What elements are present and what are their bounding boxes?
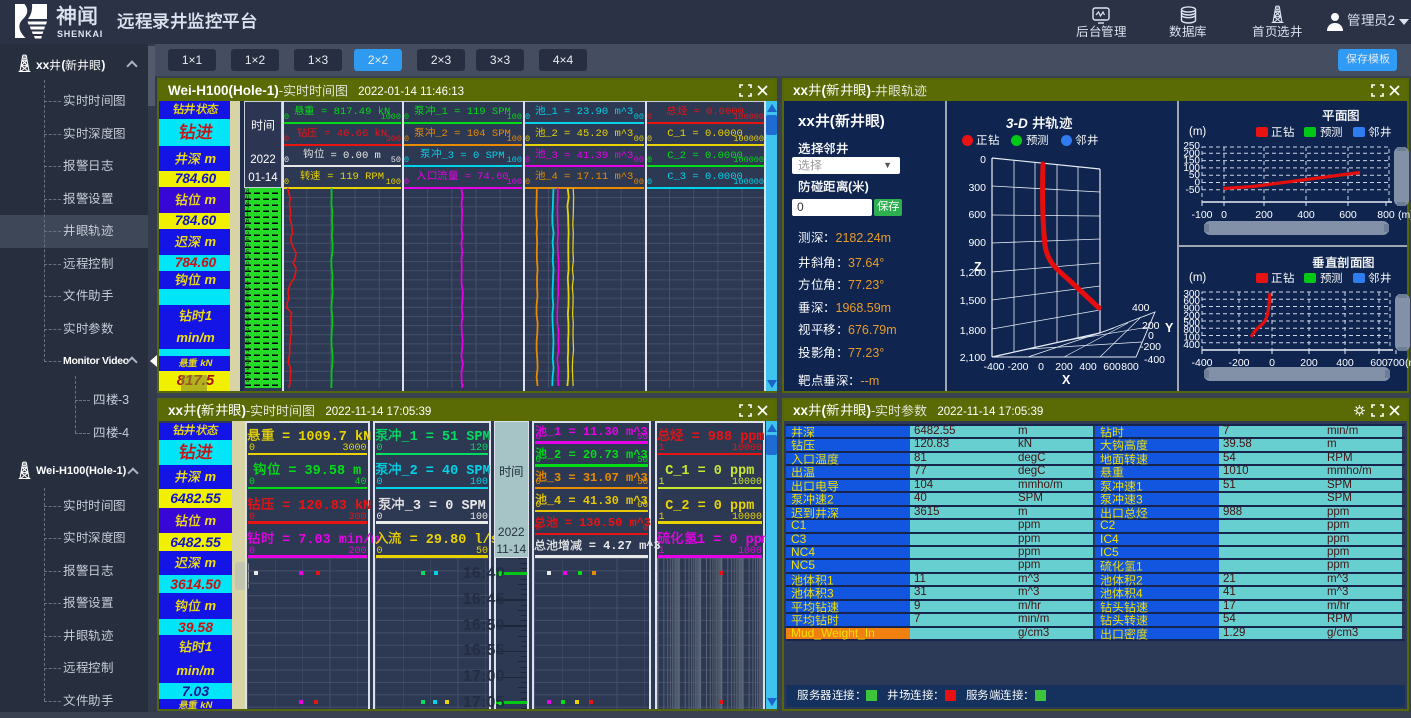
svg-text:(m): (m) [1398, 209, 1411, 221]
svg-text:400: 400 [1297, 209, 1315, 221]
svg-text:-400: -400 [1144, 354, 1165, 366]
svg-text:-200: -200 [1007, 361, 1028, 373]
svg-text:600: 600 [968, 209, 986, 221]
svg-text:X: X [1062, 373, 1071, 387]
svg-text:800: 800 [1377, 209, 1395, 221]
svg-text:400: 400 [1132, 302, 1150, 314]
svg-text:2,100: 2,100 [960, 352, 986, 364]
svg-text:-200: -200 [1140, 341, 1161, 353]
svg-text:-50: -50 [1186, 185, 1201, 196]
svg-text:200: 200 [1055, 361, 1073, 373]
svg-text:-100: -100 [1191, 209, 1212, 221]
svg-text:200: 200 [1255, 209, 1273, 221]
svg-text:0: 0 [1221, 209, 1227, 221]
svg-text:Z: Z [974, 260, 982, 274]
svg-text:700: 700 [1387, 357, 1405, 369]
svg-text:(m): (m) [1405, 357, 1411, 369]
svg-text:1,200: 1,200 [960, 267, 986, 279]
svg-text:0: 0 [980, 154, 986, 166]
svg-text:800: 800 [1121, 361, 1139, 373]
svg-text:300: 300 [968, 182, 986, 194]
svg-text:1,500: 1,500 [960, 295, 986, 307]
svg-text:600: 600 [1103, 361, 1121, 373]
svg-text:900: 900 [968, 237, 986, 249]
svg-text:1,800: 1,800 [960, 325, 986, 337]
svg-text:600: 600 [1339, 209, 1357, 221]
svg-text:0: 0 [1038, 361, 1044, 373]
svg-text:-400: -400 [983, 361, 1004, 373]
svg-text:400: 400 [1183, 340, 1200, 351]
svg-text:Y: Y [1165, 321, 1174, 335]
svg-text:400: 400 [1079, 361, 1097, 373]
